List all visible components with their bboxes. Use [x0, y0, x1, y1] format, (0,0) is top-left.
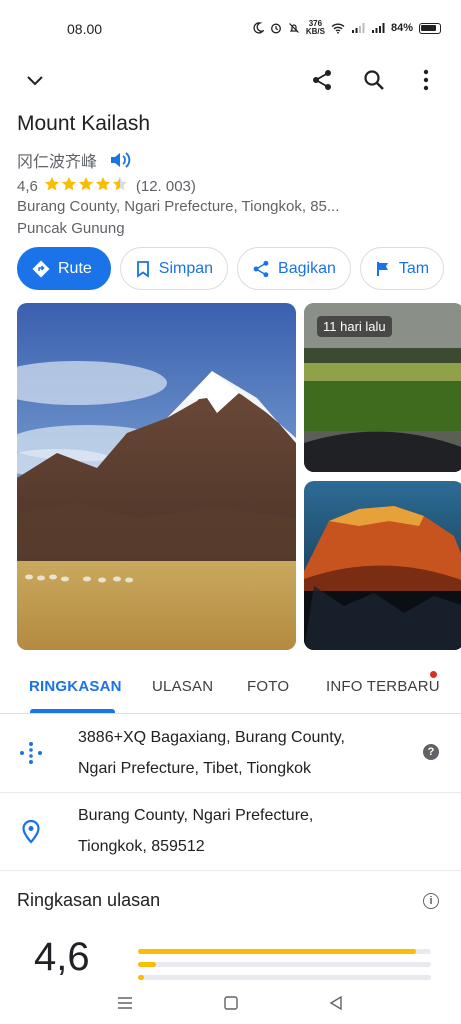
collapse-button[interactable]	[21, 66, 49, 94]
more-options-button[interactable]	[412, 66, 440, 94]
info-icon[interactable]: i	[423, 893, 439, 909]
battery-icon	[419, 22, 441, 34]
rating-bar-fill	[138, 962, 156, 967]
chevron-down-icon	[27, 76, 43, 86]
mute-bell-icon	[288, 23, 299, 33]
star-rating-icon	[44, 176, 130, 196]
share-chip-button[interactable]: Bagikan	[237, 247, 351, 290]
add-label-button[interactable]: Tam	[359, 247, 445, 290]
rating-bar-fill	[138, 975, 144, 980]
rating-bar-fill	[138, 949, 417, 954]
photo-peak[interactable]	[304, 481, 461, 650]
native-name: 冈仁波齐峰	[17, 154, 98, 171]
peak-photo-image	[304, 481, 461, 650]
more-vert-icon	[423, 69, 429, 91]
place-title: Mount Kailash	[17, 112, 151, 135]
address-line1: Burang County, Ngari Prefecture,	[78, 807, 314, 824]
share-icon	[313, 70, 331, 90]
network-speed: 376 KB/S	[306, 20, 325, 36]
address-text: Burang County, Ngari Prefecture, Tiongko…	[78, 800, 408, 862]
tab-bar: RINGKASAN ULASAN FOTO INFO TERBARU	[0, 662, 461, 714]
plus-code-row[interactable]: 3886+XQ Bagaxiang, Burang County, Ngari …	[0, 715, 461, 793]
battery-percent: 84%	[390, 22, 413, 34]
system-nav-bar	[0, 985, 461, 1024]
search-button[interactable]	[360, 66, 388, 94]
photo-main[interactable]	[17, 303, 296, 650]
share-icon	[253, 260, 269, 277]
plus-code-icon	[18, 740, 44, 766]
address-row[interactable]: Burang County, Ngari Prefecture, Tiongko…	[0, 793, 461, 871]
review-count: (12. 003)	[135, 177, 196, 195]
active-tab-indicator	[30, 709, 115, 713]
add-label-text: Tam	[398, 259, 430, 277]
search-icon	[364, 70, 384, 90]
rating-value: 4,6	[17, 177, 38, 195]
moon-icon	[253, 22, 264, 34]
plus-code-line2: Ngari Prefecture, Tibet, Tiongkok	[78, 760, 311, 777]
tab-info-terbaru[interactable]: INFO TERBARU	[326, 678, 440, 695]
status-time: 08.00	[67, 21, 103, 37]
share-label: Bagikan	[278, 259, 336, 277]
review-score: 4,6	[34, 935, 90, 979]
place-category: Puncak Gunung	[17, 220, 125, 237]
action-chips: Rute Simpan Bagikan Tam	[17, 247, 461, 290]
wifi-icon	[331, 23, 345, 34]
rating-bar-3	[138, 975, 431, 980]
notification-dot	[430, 671, 437, 678]
rating-bar-5	[138, 949, 431, 954]
native-name-row: 冈仁波齐峰	[17, 148, 131, 172]
address-summary: Burang County, Ngari Prefecture, Tiongko…	[17, 198, 340, 215]
rating-bar-4	[138, 962, 431, 967]
plus-code-text: 3886+XQ Bagaxiang, Burang County, Ngari …	[78, 722, 408, 784]
speaker-icon[interactable]	[109, 150, 131, 170]
status-icons: 376 KB/S 84%	[252, 20, 441, 36]
menu-icon	[118, 997, 132, 1009]
mountain-photo-image	[17, 303, 296, 650]
directions-icon	[32, 260, 50, 277]
speed-unit: KB/S	[305, 27, 325, 36]
alarm-icon	[270, 23, 281, 34]
flag-icon	[376, 261, 388, 276]
address-line2: Tiongkok, 859512	[78, 838, 205, 855]
tab-foto[interactable]: FOTO	[247, 678, 289, 695]
square-home-icon	[224, 996, 238, 1010]
tab-ringkasan[interactable]: RINGKASAN	[29, 678, 122, 695]
review-summary-title: Ringkasan ulasan	[17, 890, 161, 910]
save-button[interactable]: Simpan	[119, 247, 229, 290]
top-app-bar	[0, 60, 461, 100]
directions-button[interactable]: Rute	[17, 247, 111, 290]
photo-age-badge: 11 hari lalu	[317, 316, 392, 337]
status-bar: 08.00 376 KB/S 84%	[0, 0, 461, 56]
tab-ulasan[interactable]: ULASAN	[152, 678, 213, 695]
location-pin-icon	[18, 819, 44, 845]
plus-code-line1: 3886+XQ Bagaxiang, Burang County,	[78, 729, 345, 746]
recents-button[interactable]	[115, 993, 135, 1013]
signal-icon-1	[351, 23, 365, 33]
signal-icon-2	[371, 23, 385, 33]
share-button[interactable]	[308, 66, 336, 94]
back-button[interactable]	[326, 993, 346, 1013]
save-label: Simpan	[158, 259, 214, 277]
help-icon[interactable]: ?	[423, 744, 439, 760]
photo-recent[interactable]: 11 hari lalu	[304, 303, 461, 472]
back-triangle-icon	[329, 996, 342, 1010]
rating-row[interactable]: 4,6 (12. 003)	[17, 176, 196, 196]
directions-label: Rute	[58, 259, 92, 277]
home-button[interactable]	[221, 993, 241, 1013]
bookmark-icon	[136, 260, 149, 278]
